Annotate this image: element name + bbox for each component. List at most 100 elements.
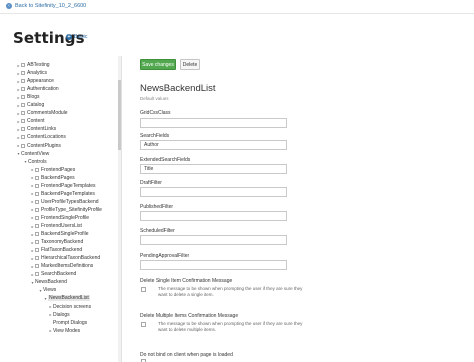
tree-item[interactable]: ▸ FrontendPageTemplates [30,182,95,190]
tree-item[interactable]: ▸ BackendPageTemplates [30,190,95,198]
tree-item[interactable]: ▸ ProfileType_SitefinityProfile [30,206,102,214]
section-subtitle: Default values [140,96,169,101]
save-changes-button[interactable]: Save changes [140,59,176,70]
node-icon [35,175,39,180]
tree-item[interactable]: ▸ View Modes [48,327,80,335]
tree-item-label: Decision screens [53,303,92,310]
tree-item-label: Content [27,118,45,125]
tree-item[interactable]: ▸ Authentication [16,85,58,93]
node-icon [35,224,39,228]
tree-item[interactable]: ▾ Controls [23,158,46,166]
top-bar: ‹ Back to Sitefinity_10_2_6600 [0,0,474,14]
tree-item[interactable]: ▸ ContentLinks [16,125,56,133]
tree-item-label: ProfileType_SitefinityProfile [41,206,102,213]
node-icon [21,127,25,132]
node-icon [21,95,25,100]
tree-item-label: View Modes [53,327,81,334]
node-icon [21,87,25,92]
tree-item[interactable]: ▸ ContentLocations [16,133,66,141]
tree-item-label: NewsBackendList [48,295,90,302]
node-icon [35,248,39,253]
node-icon [21,119,25,124]
chevron-left-icon: ‹ [6,3,12,9]
tree-item-label: ABTesting [27,62,50,68]
tree-item-label: FrontendPageTemplates [41,182,96,189]
tree-item-label: Blogs [27,94,40,101]
delete-single-description: The message to be shown when prompting t… [158,286,303,297]
tree-item-label: ContentPlugins [27,142,61,149]
tree-item[interactable]: ▸ FrontendUsersList [30,222,81,230]
node-icon [35,232,39,237]
delete-single-checkbox[interactable] [141,287,146,292]
tree-item[interactable]: ▸ SearchBackend [30,270,76,278]
tree-item[interactable]: ▸ Dialogs [48,311,70,319]
draftfilter-input[interactable] [140,187,287,197]
tree-item[interactable]: ▾ Views [38,286,56,294]
tree-item[interactable]: ▸ HierarchicalTaxonBackend [30,254,100,262]
tree-item[interactable]: ▾ NewsBackend [30,278,66,286]
tree-item[interactable]: ▸ Decision screens [48,303,91,311]
tree-item[interactable]: Prompt Dialogs [48,319,87,327]
searchfields-label: SearchFields [140,133,170,139]
draftfilter-label: DraftFilter [140,180,162,186]
tree-item[interactable]: ▸ FrontendPages [30,166,75,174]
tree-item[interactable]: ▸ Blogs [16,93,40,101]
tree-item-label: SearchBackend [41,271,77,278]
node-icon [35,183,39,188]
tree-item-label: TaxonomyBackend [41,239,84,246]
node-icon [35,167,39,172]
node-icon [35,240,39,245]
delete-multi-checkbox[interactable] [141,322,146,327]
tree-item[interactable]: ▸ ContentPlugins [16,142,61,150]
gridcss-input[interactable] [140,118,287,128]
node-icon [35,191,39,196]
section-title: NewsBackendList [140,83,216,94]
extsearch-input[interactable]: Title [140,164,287,174]
tree-item-label: Analytics [27,70,48,77]
node-icon [35,215,39,220]
scrollbar-thumb[interactable] [118,80,121,150]
tree-item[interactable]: ▸ FlatTaxonBackend [30,246,82,254]
scheduledfilter-input[interactable] [140,235,287,245]
basic-link-label: Basic [74,34,88,40]
delete-single-label: Delete Single Item Confirmation Message [140,278,233,284]
node-icon [21,79,25,84]
tree-item-label: FrontendPages [41,166,76,173]
tree-item-label: BackendPageTemplates [41,190,95,197]
tree-item-label: ContentLinks [27,126,57,133]
tree-item[interactable]: ▾ ContentView [16,150,49,158]
back-link-label: Back to Sitefinity_10_2_6600 [15,3,87,9]
tree-item[interactable]: ▸ BackendPages [30,174,75,182]
tree-item[interactable]: ▸ UserProfileTypesBackend [30,198,98,206]
tree-item[interactable]: ▾ NewsBackendList [43,294,90,302]
searchfields-input[interactable]: Author [140,140,287,150]
tree-item-label: Prompt Dialogs [53,319,88,326]
tree-item[interactable]: ▸ TaxonomyBackend [30,238,83,246]
tree-item[interactable]: ▸ Appearance [16,77,53,85]
node-icon [21,71,25,76]
node-icon [35,272,39,277]
publishedfilter-input[interactable] [140,211,287,221]
basic-settings-link[interactable]: + Basic [66,34,87,40]
extsearch-label: ExtendedSearchFields [140,157,191,163]
pendingfilter-input[interactable] [140,260,287,270]
tree-item[interactable]: ▸ BackendSingleProfile [30,230,88,238]
delete-multi-label: Delete Multiple Items Confirmation Messa… [140,313,239,319]
back-link[interactable]: ‹ Back to Sitefinity_10_2_6600 [6,3,86,9]
sidebar-scrollbar[interactable] [118,56,121,362]
node-icon [21,143,25,148]
tree-item-label: BackendPages [41,174,75,181]
node-icon [35,256,39,261]
tree-item-label: Dialogs [53,311,70,318]
tree-item[interactable]: ▸ FrontendSingleProfile [30,214,89,222]
tree-item[interactable]: ▸ Analytics [16,69,47,77]
tree-item[interactable]: ▸ ABTesting [16,61,50,69]
tree-item[interactable]: ▸ Content [16,117,45,125]
plus-circle-icon: + [66,34,72,40]
tree-item-label: ContentLocations [27,134,66,141]
tree-item[interactable]: ▸ CommentsModule [16,109,67,117]
tree-item-label: Views [43,287,57,294]
delete-button[interactable]: Delete [180,59,200,70]
tree-item[interactable]: ▸ Catalog [16,101,44,109]
tree-item[interactable]: ▸ MarkedItemsDefinitions [30,262,93,270]
